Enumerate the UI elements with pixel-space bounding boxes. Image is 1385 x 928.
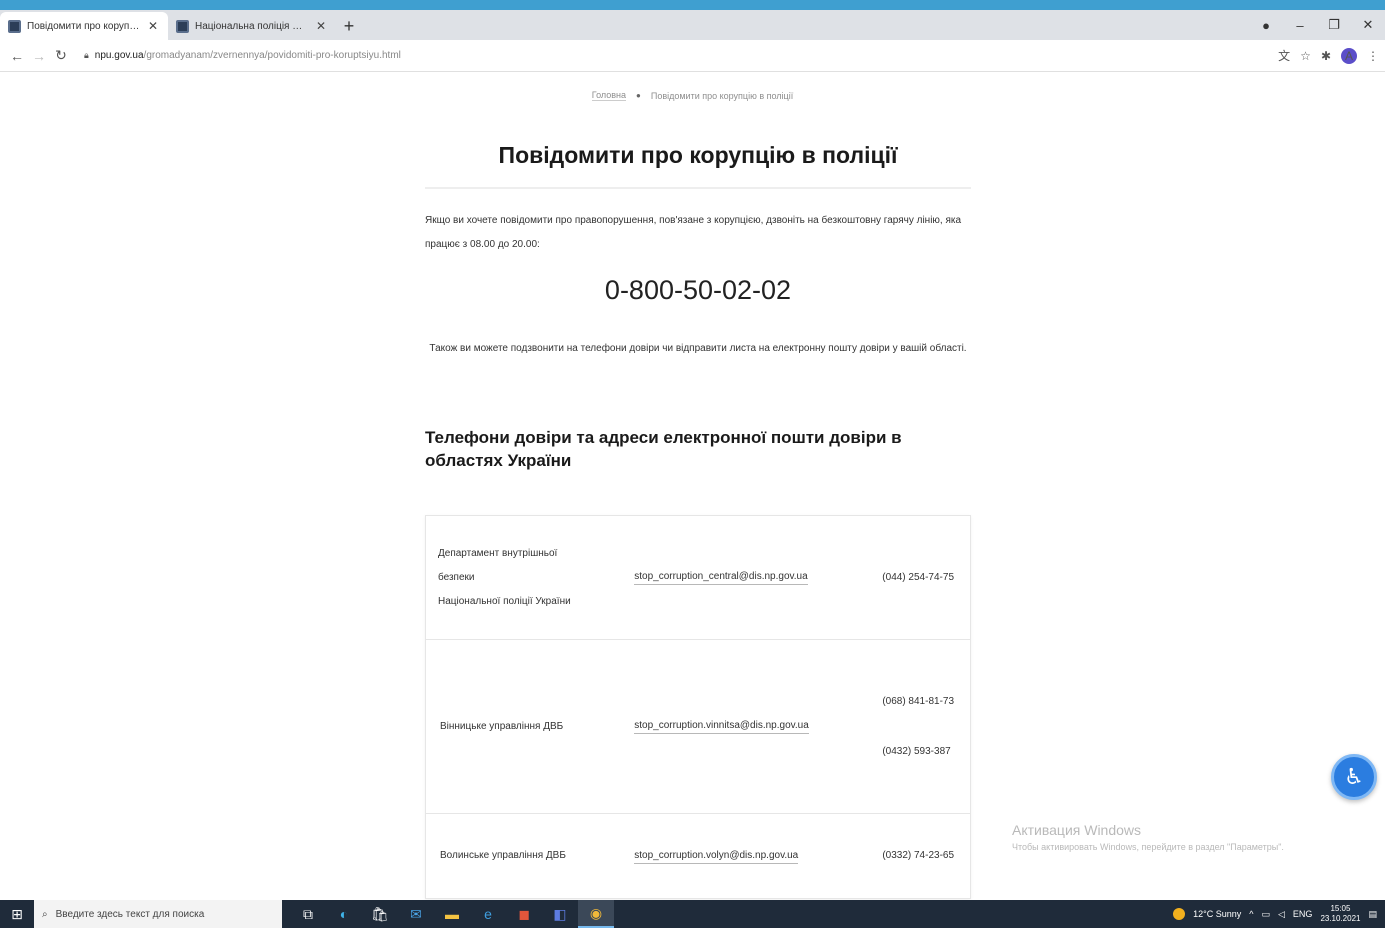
tab-national-police[interactable]: Національна поліція України ✕ [168, 12, 336, 40]
email-link[interactable]: stop_corruption.vinnitsa@dis.np.gov.ua [634, 719, 809, 734]
folder-icon[interactable]: ▬ [434, 900, 470, 928]
close-icon[interactable]: ✕ [146, 19, 160, 33]
page-title: Повідомити про корупцію в поліції [498, 142, 898, 168]
star-bookmark-icon[interactable]: ☆ [1300, 49, 1311, 63]
edge-icon[interactable]: ◐ [326, 900, 362, 928]
breadcrumb-current: Повідомити про корупцію в поліції [650, 90, 794, 101]
phone-number[interactable]: (068) 841-81-73 [882, 690, 960, 714]
windows-activation-watermark: Активация Windows Чтобы активировать Win… [1012, 822, 1284, 852]
toolbar-actions: 文 ☆ ✱ A ⋮ [1278, 47, 1385, 64]
email-cell: stop_corruption.volyn@dis.np.gov.ua [634, 814, 882, 898]
table-row: Департамент внутрішньої безпеки Націонал… [426, 516, 970, 640]
tab-title: Національна поліція України [195, 20, 308, 32]
breadcrumb: Головна ● Повідомити про корупцію в полі… [0, 90, 1385, 101]
table-row: Вінницьке управління ДВБ stop_corruption… [426, 640, 970, 814]
lock-icon[interactable]: 🔒︎ [84, 50, 89, 61]
search-icon: ⌕ [42, 908, 48, 920]
task-view-icon[interactable]: ⧉ [290, 900, 326, 928]
minimize-icon[interactable]: – [1283, 18, 1317, 33]
table-row: Волинське управління ДВБ stop_corruption… [426, 814, 970, 898]
record-icon[interactable]: ● [1249, 18, 1283, 33]
taskbar-search-input[interactable]: ⌕ Введите здесь текст для поиска [34, 900, 282, 928]
translate-icon[interactable]: 文 [1278, 47, 1290, 64]
window-controls: ● – ❐ ✕ [1249, 10, 1385, 40]
clock-time: 15:05 [1330, 904, 1351, 913]
volume-icon[interactable]: ◁ [1278, 909, 1285, 920]
phone-number[interactable]: (0432) 593-387 [882, 740, 960, 764]
accessibility-icon[interactable]: ♿︎ [1331, 754, 1377, 800]
window-close-icon[interactable]: ✕ [1351, 17, 1385, 33]
department-name-line: Волинське управління ДВБ [440, 850, 566, 861]
phone-cell: (044) 254-74-75 [882, 516, 970, 639]
department-cell: Вінницьке управління ДВБ [426, 640, 634, 813]
extensions-puzzle-icon[interactable]: ✱ [1321, 49, 1331, 63]
browser-toolbar: ← → ↻ 🔒︎ npu.gov.ua/gromadyanam/zvernenn… [0, 40, 1385, 72]
hotline-number[interactable]: 0-800-50-02-02 [425, 275, 971, 306]
watermark-title: Активация Windows [1012, 822, 1142, 838]
email-cell: stop_corruption_central@dis.np.gov.ua [634, 516, 882, 639]
department-name-line: безпеки [438, 571, 475, 583]
window-accent-strip [0, 0, 1385, 10]
taskbar-search-placeholder: Введите здесь текст для поиска [55, 908, 205, 920]
new-tab-button[interactable]: + [336, 12, 362, 40]
menu-kebab-icon[interactable]: ⋮ [1367, 49, 1379, 63]
web-page: Головна ● Повідомити про корупцію в полі… [0, 72, 1385, 900]
intro-paragraph: Якщо ви хочете повідомити про правопоруш… [425, 215, 962, 250]
watermark-subtitle: Чтобы активировать Windows, перейдите в … [1012, 842, 1284, 852]
url-host: npu.gov.ua [94, 50, 144, 61]
tab-corruption-report[interactable]: Повідомити про корупцію в по... ✕ [0, 12, 168, 40]
forward-arrow-icon[interactable]: → [28, 48, 50, 64]
notifications-icon[interactable]: ▤ [1368, 909, 1377, 920]
department-cell: Волинське управління ДВБ [426, 814, 634, 898]
mail-icon[interactable]: ✉ [398, 900, 434, 928]
chrome-icon[interactable]: ◉ [578, 900, 614, 928]
reload-icon[interactable]: ↻ [50, 47, 72, 64]
email-link[interactable]: stop_corruption.volyn@dis.np.gov.ua [634, 849, 799, 864]
section-heading: Телефони довіри та адреси електронної по… [425, 428, 902, 470]
url-path: /gromadyanam/zvernennya/povidomiti-pro-k… [143, 50, 401, 61]
department-name-line: Департамент внутрішньої [438, 547, 558, 559]
contacts-table: Департамент внутрішньої безпеки Націонал… [425, 515, 971, 899]
network-icon[interactable]: ▭ [1261, 909, 1270, 920]
system-tray: 12°C Sunny ^ ▭ ◁ ENG 15:05 23.10.2021 ▤ [1173, 904, 1385, 924]
address-bar[interactable]: 🔒︎ npu.gov.ua/gromadyanam/zvernennya/pov… [84, 44, 1278, 68]
breadcrumb-separator: ● [636, 91, 641, 100]
internet-explorer-icon[interactable]: e [470, 900, 506, 928]
title-divider [425, 187, 971, 189]
site-favicon-icon [8, 19, 21, 33]
also-paragraph: Також ви можете подзвонити на телефони д… [429, 343, 967, 354]
taskbar-apps: ⧉ ◐ 🛍︎ ✉ ▬ e ◼ ◧ ◉ [290, 900, 614, 928]
weather-sun-icon [1173, 908, 1186, 920]
profile-avatar[interactable]: A [1341, 47, 1357, 64]
back-arrow-icon[interactable]: ← [6, 48, 28, 64]
windows-taskbar: ⊞ ⌕ Введите здесь текст для поиска ⧉ ◐ 🛍… [0, 900, 1385, 928]
breadcrumb-home-link[interactable]: Головна [591, 90, 626, 101]
close-icon[interactable]: ✕ [314, 19, 328, 33]
url-text: npu.gov.ua/gromadyanam/zvernennya/povido… [95, 50, 401, 61]
phone-cell: (0332) 74-23-65 [882, 814, 970, 898]
taskbar-clock[interactable]: 15:05 23.10.2021 [1320, 904, 1360, 924]
chevron-up-icon[interactable]: ^ [1249, 909, 1253, 919]
restore-icon[interactable]: ❐ [1317, 17, 1351, 33]
site-favicon-icon [176, 19, 189, 33]
email-link[interactable]: stop_corruption_central@dis.np.gov.ua [634, 570, 808, 585]
office-icon[interactable]: ◼ [506, 900, 542, 928]
phone-number[interactable]: (044) 254-74-75 [882, 567, 960, 588]
phone-cell: (068) 841-81-73 (0432) 593-387 [882, 640, 970, 813]
department-cell: Департамент внутрішньої безпеки Націонал… [426, 516, 634, 639]
windows-start-icon[interactable]: ⊞ [0, 900, 34, 928]
browser-tab-bar: Повідомити про корупцію в по... ✕ Націон… [0, 10, 1385, 40]
phone-number[interactable]: (0332) 74-23-65 [882, 844, 960, 868]
weather-text[interactable]: 12°C Sunny [1193, 909, 1241, 919]
clock-date: 23.10.2021 [1320, 914, 1361, 923]
store-icon[interactable]: 🛍︎ [362, 900, 398, 928]
department-name-line: Національної поліції України [438, 595, 571, 607]
tab-title: Повідомити про корупцію в по... [27, 20, 140, 32]
language-indicator[interactable]: ENG [1293, 909, 1313, 919]
teams-icon[interactable]: ◧ [542, 900, 578, 928]
email-cell: stop_corruption.vinnitsa@dis.np.gov.ua [634, 640, 882, 813]
department-name-line: Вінницьке управління ДВБ [440, 720, 564, 732]
